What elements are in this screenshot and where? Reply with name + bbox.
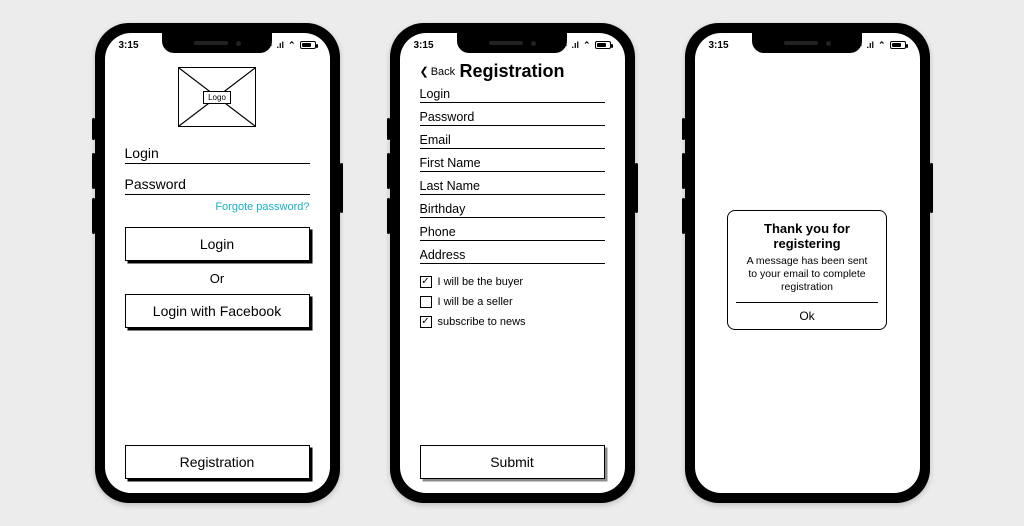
phone-frame-login: 3:15 ➤ .ıl ⌃ Logo Forgote password? Logi… xyxy=(95,23,340,503)
news-checkbox-row[interactable]: ✓ subscribe to news xyxy=(420,316,605,328)
reg-phone-input[interactable] xyxy=(420,222,605,241)
reg-address-input[interactable] xyxy=(420,245,605,264)
battery-icon xyxy=(595,41,611,49)
login-facebook-button[interactable]: Login with Facebook xyxy=(125,294,310,328)
confirmation-dialog: Thank you for registering A message has … xyxy=(727,210,886,330)
checkbox-unchecked-icon xyxy=(420,296,432,308)
reg-lastname-input[interactable] xyxy=(420,176,605,195)
battery-icon xyxy=(890,41,906,49)
wifi-icon: ⌃ xyxy=(583,40,591,51)
checkbox-checked-icon: ✓ xyxy=(420,316,432,328)
clock-label: 3:15 xyxy=(709,40,729,51)
device-notch xyxy=(162,33,272,53)
wifi-icon: ⌃ xyxy=(878,40,886,51)
back-label: Back xyxy=(431,66,455,78)
reg-firstname-input[interactable] xyxy=(420,153,605,172)
wifi-icon: ⌃ xyxy=(288,40,296,51)
logo-label: Logo xyxy=(203,91,231,104)
phone-frame-confirmation: 3:15 ➤ .ıl ⌃ Thank you for registering A… xyxy=(685,23,930,503)
password-input[interactable] xyxy=(125,172,310,195)
dialog-message: A message has been sent to your email to… xyxy=(736,255,877,294)
phone-frame-registration: 3:15 ➤ .ıl ⌃ ❮ Back Registration xyxy=(390,23,635,503)
forgot-password-link[interactable]: Forgote password? xyxy=(125,201,310,213)
reg-email-input[interactable] xyxy=(420,130,605,149)
or-separator: Or xyxy=(125,271,310,286)
buyer-checkbox-row[interactable]: ✓ I will be the buyer xyxy=(420,276,605,288)
signal-icon: .ıl xyxy=(571,40,579,50)
battery-icon xyxy=(300,41,316,49)
dialog-title: Thank you for registering xyxy=(736,221,877,251)
chevron-left-icon: ❮ xyxy=(420,65,429,78)
seller-label: I will be a seller xyxy=(438,296,513,308)
login-button[interactable]: Login xyxy=(125,227,310,261)
seller-checkbox-row[interactable]: I will be a seller xyxy=(420,296,605,308)
buyer-label: I will be the buyer xyxy=(438,276,524,288)
device-notch xyxy=(457,33,567,53)
logo-placeholder: Logo xyxy=(178,67,256,127)
reg-password-input[interactable] xyxy=(420,107,605,126)
device-notch xyxy=(752,33,862,53)
signal-icon: .ıl xyxy=(866,40,874,50)
clock-label: 3:15 xyxy=(414,40,434,51)
signal-icon: .ıl xyxy=(276,40,284,50)
reg-birthday-input[interactable] xyxy=(420,199,605,218)
login-input[interactable] xyxy=(125,141,310,164)
ok-button[interactable]: Ok xyxy=(736,302,877,329)
submit-button[interactable]: Submit xyxy=(420,445,605,479)
checkbox-checked-icon: ✓ xyxy=(420,276,432,288)
clock-label: 3:15 xyxy=(119,40,139,51)
back-button[interactable]: ❮ Back xyxy=(420,65,456,78)
reg-login-input[interactable] xyxy=(420,84,605,103)
registration-button[interactable]: Registration xyxy=(125,445,310,479)
page-title: Registration xyxy=(459,61,564,82)
news-label: subscribe to news xyxy=(438,316,526,328)
